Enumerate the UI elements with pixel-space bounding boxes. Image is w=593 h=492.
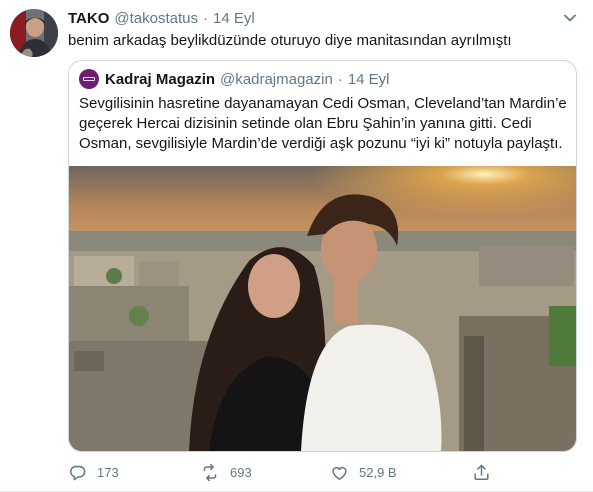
reply-button[interactable]: 173	[68, 460, 119, 484]
tweet-text: benim arkadaş beylikdüzünde oturuyo diye…	[68, 32, 512, 49]
header-separator: ·	[203, 9, 208, 27]
more-options-button[interactable]	[560, 8, 580, 28]
quote-text-line: Osman, sevgilisiyle Mardin’de verdiği aş…	[79, 135, 563, 152]
author-handle[interactable]: @takostatus	[114, 10, 198, 27]
share-button[interactable]	[472, 460, 501, 484]
like-icon	[332, 466, 347, 480]
retweet-count: 693	[230, 464, 252, 480]
quote-date[interactable]: 14 Eyl	[348, 71, 390, 88]
quote-author-avatar[interactable]	[79, 69, 99, 89]
quote-text-line: Sevgilisinin hasretine dayanamayan Cedi …	[79, 95, 567, 112]
tweet-actions: 173 693 52,9 B	[68, 460, 528, 484]
quote-author-name[interactable]: Kadraj Magazin	[105, 71, 215, 88]
tweet-header: TAKO @takostatus · 14 Eyl	[68, 8, 255, 28]
reply-icon	[69, 465, 86, 480]
quote-separator: ·	[337, 70, 343, 88]
retweet-icon	[203, 463, 217, 481]
chevron-down-icon	[564, 14, 576, 22]
author-name[interactable]: TAKO	[68, 10, 109, 27]
tweet-date[interactable]: 14 Eyl	[213, 10, 255, 27]
like-button[interactable]: 52,9 B	[330, 460, 397, 484]
tweet[interactable]: TAKO @takostatus · 14 Eyl benim arkadaş …	[0, 0, 593, 492]
quote-header: Kadraj Magazin @kadrajmagazin · 14 Eyl	[79, 69, 390, 89]
kadraj-logo-icon	[83, 77, 95, 81]
reply-count: 173	[97, 464, 119, 480]
like-count: 52,9 B	[359, 464, 397, 480]
author-avatar[interactable]	[10, 9, 58, 57]
quote-author-handle[interactable]: @kadrajmagazin	[220, 71, 333, 88]
share-icon	[474, 464, 489, 480]
quote-text: Sevgilisinin hasretine dayanamayan Cedi …	[79, 94, 569, 154]
retweet-button[interactable]: 693	[200, 460, 252, 484]
quote-photo[interactable]	[69, 166, 576, 451]
quoted-tweet[interactable]: Kadraj Magazin @kadrajmagazin · 14 Eyl S…	[68, 60, 577, 452]
quote-text-line: geçerek Hercai dizisinin setinde olan Eb…	[79, 115, 532, 132]
